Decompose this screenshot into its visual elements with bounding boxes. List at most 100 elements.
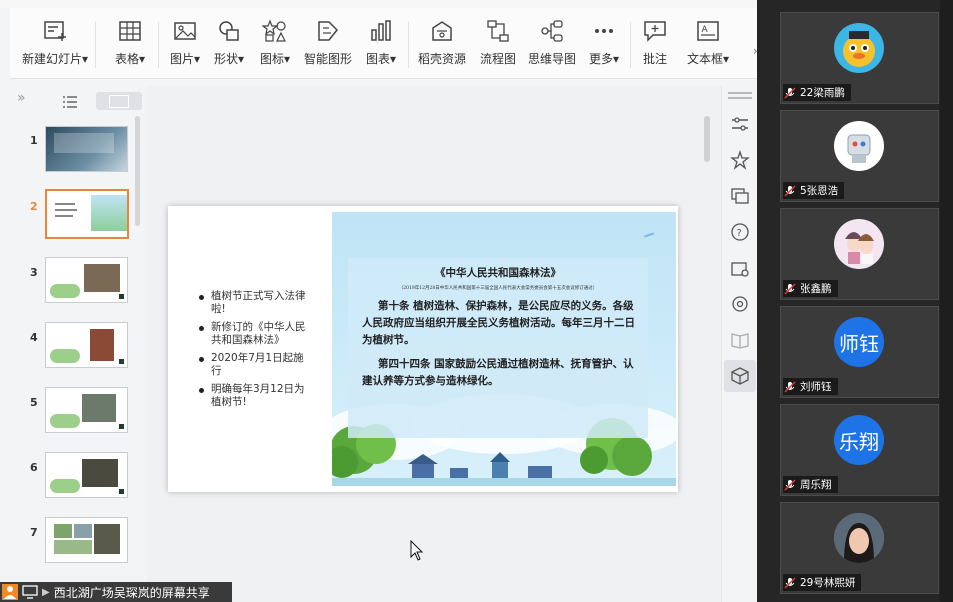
slide-thumbnail[interactable] xyxy=(45,517,128,563)
screen-share-icon xyxy=(22,585,38,599)
participant-tile[interactable]: 22梁雨鹏 xyxy=(780,12,939,104)
mic-muted-icon xyxy=(784,380,796,393)
smart-graphic-button[interactable]: 智能图形 xyxy=(302,18,354,76)
icon-library-label: 图标 xyxy=(259,52,284,66)
svg-text:A: A xyxy=(702,25,709,35)
resource-icon xyxy=(432,21,452,41)
table-icon xyxy=(119,21,141,41)
participant-name-tag: 周乐翔 xyxy=(783,476,838,493)
photo-avatar xyxy=(834,513,884,563)
mic-muted-icon xyxy=(784,282,796,295)
outline-view-icon[interactable] xyxy=(62,94,78,113)
icon-library-button[interactable]: 图标▾ xyxy=(256,18,294,76)
comment-label: 批注 xyxy=(642,52,667,66)
bird-decoration xyxy=(643,232,655,238)
mindmap-button[interactable]: 思维导图 xyxy=(526,18,578,76)
participant-name: 29号林熙妍 xyxy=(800,577,856,589)
thumbnail-number: 7 xyxy=(30,526,38,539)
new-slide-button[interactable]: 新建幻灯片▾ xyxy=(22,18,89,76)
participant-name-tag: 张鑫鹏 xyxy=(783,280,838,297)
mic-muted-icon xyxy=(784,478,796,491)
shape-button[interactable]: 形状▾ xyxy=(210,18,248,76)
dropdown-arrow: ▾ xyxy=(722,52,730,66)
bullet-item: 植树节正式写入法律啦! xyxy=(198,290,308,316)
window-edge-strip xyxy=(940,0,953,602)
chart-label: 图表 xyxy=(365,52,390,66)
law-subtitle: （2019年12月28日中华人民共和国第十三届全国人民代表大会常务委员会第十五次… xyxy=(398,286,598,291)
slide-thumbnail-panel: » 1 2 3 4 5 6 7 xyxy=(10,86,145,602)
animation-icon[interactable] xyxy=(730,150,750,170)
properties-icon[interactable] xyxy=(730,114,750,134)
participant-tile[interactable]: 5张恩浩 xyxy=(780,110,939,202)
smart-graphic-icon xyxy=(318,21,339,41)
resource-label: 稻壳资源 xyxy=(417,52,466,66)
thumbnail-scrollbar[interactable] xyxy=(135,116,140,226)
mic-muted-icon xyxy=(784,184,796,197)
mindmap-icon xyxy=(541,20,563,42)
participant-tile[interactable]: 29号林熙妍 xyxy=(780,502,939,594)
resource-button[interactable]: 稻壳资源 xyxy=(416,18,468,76)
robot-avatar xyxy=(834,121,884,171)
participant-name: 5张恩浩 xyxy=(800,185,839,197)
chart-icon xyxy=(371,20,391,41)
dropdown-arrow: ▾ xyxy=(138,52,146,66)
forest-law-image[interactable]: 《中华人民共和国森林法》 （2019年12月28日中华人民共和国第十三届全国人民… xyxy=(332,212,676,486)
table-button[interactable]: 表格▾ xyxy=(110,18,150,76)
mic-muted-icon xyxy=(784,86,796,99)
law-article-10: 第十条 植树造林、保护森林，是公民应尽的义务。各级人民政府应当组织开展全民义务植… xyxy=(362,300,635,346)
collapse-panel-icon[interactable]: » xyxy=(17,90,26,106)
participant-name: 张鑫鹏 xyxy=(800,283,832,295)
user-icon xyxy=(2,584,18,600)
dropdown-arrow: ▾ xyxy=(283,52,291,66)
canvas-scrollbar[interactable] xyxy=(704,116,710,162)
toolbar-divider xyxy=(630,22,631,68)
thumbnail-number: 6 xyxy=(30,461,38,474)
transition-icon[interactable] xyxy=(730,186,750,206)
new-slide-icon xyxy=(44,21,66,41)
cloud-resource-icon[interactable] xyxy=(730,258,750,278)
participant-tile[interactable]: 张鑫鹏 xyxy=(780,208,939,300)
icon-library-icon xyxy=(262,19,286,42)
box-icon[interactable] xyxy=(730,366,750,386)
law-title: 《中华人民共和国森林法》 xyxy=(435,267,561,279)
picture-label: 图片 xyxy=(169,52,194,66)
slide-thumbnail-selected[interactable] xyxy=(45,189,129,239)
dropdown-arrow: ▾ xyxy=(82,52,89,66)
slide-thumbnail[interactable] xyxy=(45,452,128,498)
flowchart-button[interactable]: 流程图 xyxy=(478,18,518,76)
slide-thumbnail[interactable] xyxy=(45,257,128,303)
participant-tile[interactable]: 乐翔 周乐翔 xyxy=(780,404,939,496)
participant-name-tag: 22梁雨鹏 xyxy=(783,84,851,101)
picture-button[interactable]: 图片▾ xyxy=(166,18,204,76)
thumbnail-number: 3 xyxy=(30,266,38,279)
thumbnail-number: 1 xyxy=(30,134,38,147)
slide-view-toggle[interactable] xyxy=(96,92,142,110)
dropdown-arrow: ▾ xyxy=(612,52,620,66)
participant-gallery: 22梁雨鹏 5张恩浩 张鑫鹏 师钰 刘师钰 乐翔 周乐翔 29号林熙妍 xyxy=(757,0,953,602)
current-slide[interactable]: 植树节正式写入法律啦! 新修订的《中华人民共和国森林法》 2020年7月1日起施… xyxy=(168,206,678,492)
textbox-button[interactable]: A 文本框▾ xyxy=(682,18,734,76)
mouse-cursor-icon xyxy=(410,540,424,561)
comment-icon xyxy=(644,21,666,42)
help-icon[interactable]: ? xyxy=(730,222,750,242)
task-pane-strip: ? xyxy=(704,86,757,602)
participant-name-tag: 5张恩浩 xyxy=(783,182,845,199)
comment-button[interactable]: 批注 xyxy=(638,18,672,76)
more-button[interactable]: 更多▾ xyxy=(586,18,622,76)
smart-graphic-label: 智能图形 xyxy=(303,52,352,66)
bullet-item: 明确每年3月12日为植树节! xyxy=(198,383,308,409)
slide-bullet-list: 植树节正式写入法律啦! 新修订的《中华人民共和国森林法》 2020年7月1日起施… xyxy=(198,290,308,414)
thumbnail-number: 5 xyxy=(30,396,38,409)
chart-button[interactable]: 图表▾ xyxy=(362,18,400,76)
settings-gear-icon[interactable] xyxy=(730,294,750,314)
slide-thumbnail[interactable] xyxy=(45,322,128,368)
bullet-item: 2020年7月1日起施行 xyxy=(198,352,308,378)
slide-thumbnail[interactable] xyxy=(45,126,128,172)
shape-icon xyxy=(219,21,239,41)
participant-name: 刘师钰 xyxy=(800,381,832,393)
book-icon[interactable] xyxy=(730,330,750,350)
participant-tile[interactable]: 师钰 刘师钰 xyxy=(780,306,939,398)
dropdown-arrow: ▾ xyxy=(237,52,245,66)
textbox-label: 文本框 xyxy=(686,52,723,66)
slide-thumbnail[interactable] xyxy=(45,387,128,433)
